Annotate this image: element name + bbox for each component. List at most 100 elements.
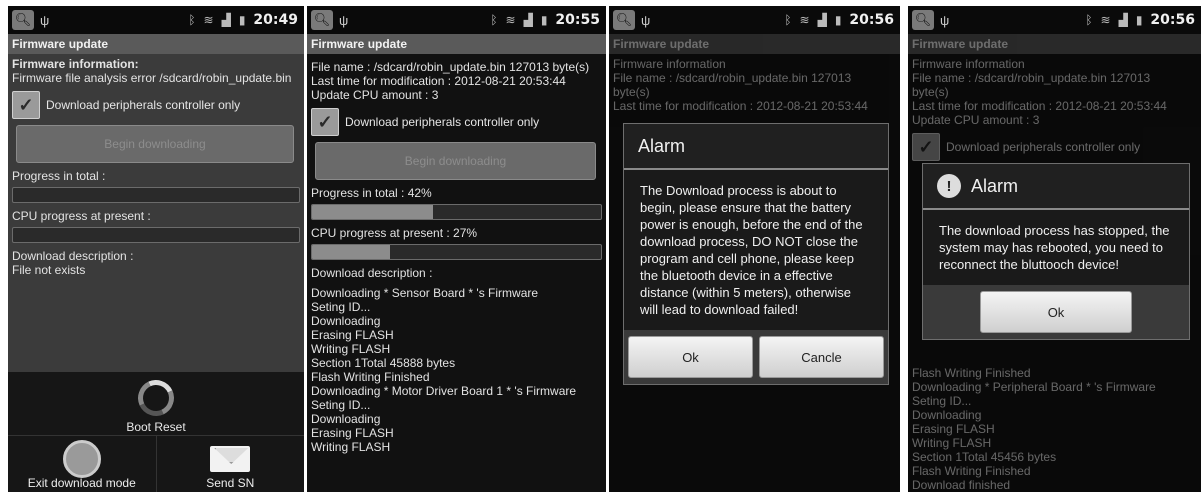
log-line: Writing FLASH [311, 440, 391, 454]
log-line: Flash Writing Finished [912, 464, 1031, 478]
log-line: Downloading * Motor Driver Board 1 * 's … [311, 384, 577, 398]
cpu-progress-bar [12, 227, 300, 243]
wifi-icon: ≋ [799, 13, 810, 27]
begin-downloading-button[interactable]: Begin downloading [16, 125, 294, 163]
signal-icon: ▟ [1118, 13, 1128, 27]
log-line: Downloading [311, 412, 381, 426]
usb-icon: ψ [940, 12, 950, 28]
peripherals-only-checkbox[interactable]: ✓ [12, 91, 40, 119]
send-sn-button[interactable]: Send SN [155, 436, 305, 492]
begin-downloading-button[interactable]: Begin downloading [315, 142, 596, 180]
battery-icon: ▮ [238, 13, 246, 27]
file-name: File name : /sdcard/robin_update.bin 127… [311, 60, 590, 74]
mail-icon [210, 446, 251, 472]
progress-total-label: Progress in total : [12, 169, 106, 183]
send-sn-label: Send SN [206, 476, 255, 490]
cancel-button[interactable]: Cancle [759, 336, 884, 378]
log-line: Downloading [311, 314, 381, 328]
alarm-dialog: Alarm The Download process is about to b… [623, 123, 889, 385]
peripherals-only-checkbox[interactable]: ✓ [311, 108, 339, 136]
wifi-icon: ≋ [505, 13, 516, 27]
bluetooth-icon: ᛒ [188, 13, 196, 27]
peripherals-only-checkbox-row[interactable]: ✓ Download peripherals controller only [12, 91, 300, 119]
dialog-message: The Download process is about to begin, … [640, 183, 863, 317]
signal-icon: ▟ [817, 13, 827, 27]
status-bar: 🔍︎ ψ ᛒ ≋ ▟ ▮ 20:56 [908, 6, 1201, 34]
alarm-dialog: ! Alarm The download process has stopped… [922, 163, 1190, 340]
bg-line: File name : /sdcard/robin_update.bin 127… [912, 71, 1151, 85]
download-description-label: Download description : [12, 249, 134, 263]
bg-line: Update CPU amount : 3 [912, 113, 1040, 127]
battery-icon: ▮ [834, 13, 842, 27]
cpu-progress-bar [311, 244, 602, 260]
last-modification: Last time for modification : 2012-08-21 … [311, 74, 566, 88]
log-line: Erasing FLASH [311, 426, 394, 440]
exit-download-mode-button[interactable]: Exit download mode [8, 436, 156, 492]
exit-icon [62, 440, 101, 478]
ok-button[interactable]: Ok [980, 291, 1132, 333]
app-title: Firmware update [307, 34, 606, 54]
firmware-info-label: Firmware information: [12, 57, 139, 71]
dialog-buttons: Ok Cancle [624, 330, 888, 384]
dialog-title-row: ! Alarm [923, 164, 1189, 210]
progress-total-label: Progress in total : 42% [311, 186, 432, 200]
bottom-actions: Boot Reset Exit download mode Send SN [8, 372, 304, 492]
bluetooth-icon: ᛒ [490, 13, 498, 27]
signal-icon: ▟ [523, 13, 533, 27]
bluetooth-icon: ᛒ [784, 13, 792, 27]
log-line: Erasing FLASH [311, 328, 394, 342]
battery-icon: ▮ [1135, 13, 1143, 27]
bg-line: Firmware information [912, 57, 1025, 71]
log-line: Downloading [912, 408, 982, 422]
refresh-icon [132, 374, 180, 422]
log-line: Downloading * Sensor Board * 's Firmware [311, 286, 539, 300]
status-bar: 🔍︎ ψ ᛒ ≋ ▟ ▮ 20:56 [609, 6, 900, 34]
download-description-text: File not exists [12, 263, 86, 277]
search-icon[interactable]: 🔍︎ [912, 10, 934, 30]
log-line: Flash Writing Finished [912, 366, 1031, 380]
phone-screen-3: 🔍︎ ψ ᛒ ≋ ▟ ▮ 20:56 Firmware update Firmw… [609, 6, 900, 492]
peripherals-only-checkbox-row[interactable]: ✓ Download peripherals controller only [311, 108, 602, 136]
log-line: Section 1Total 45456 bytes [912, 450, 1057, 464]
search-icon[interactable]: 🔍︎ [311, 10, 333, 30]
search-icon[interactable]: 🔍︎ [613, 10, 635, 30]
peripherals-only-checkbox: ✓ [912, 133, 940, 161]
log-line: Writing FLASH [311, 342, 391, 356]
battery-icon: ▮ [540, 13, 548, 27]
clock: 20:56 [1150, 12, 1195, 28]
phone-screen-4: 🔍︎ ψ ᛒ ≋ ▟ ▮ 20:56 Firmware update Firmw… [908, 6, 1201, 492]
update-cpu-amount: Update CPU amount : 3 [311, 88, 439, 102]
status-bar: 🔍︎ ψ ᛒ ≋ ▟ ▮ 20:55 [307, 6, 606, 34]
peripherals-only-checkbox-row: ✓ Download peripherals controller only [912, 133, 1197, 161]
wifi-icon: ≋ [1100, 13, 1111, 27]
download-log: Flash Writing Finished Downloading * Per… [912, 366, 1197, 492]
search-icon[interactable]: 🔍︎ [12, 10, 34, 30]
boot-reset-button[interactable]: Boot Reset [8, 372, 304, 434]
app-title: Firmware update [8, 34, 304, 54]
warning-icon: ! [937, 174, 961, 198]
bluetooth-icon: ᛒ [1085, 13, 1093, 27]
log-line: Flash Writing Finished [311, 370, 430, 384]
log-line: Download finished [912, 478, 1011, 492]
app-title: Firmware update [609, 34, 900, 54]
ok-button[interactable]: Ok [628, 336, 753, 378]
main-content: Firmware information: Firmware file anal… [8, 54, 304, 492]
wifi-icon: ≋ [203, 13, 214, 27]
phone-screen-2: 🔍︎ ψ ᛒ ≋ ▟ ▮ 20:55 Firmware update File … [307, 6, 606, 492]
bg-line: byte(s) [613, 85, 650, 99]
dialog-title: Alarm [624, 124, 888, 170]
usb-icon: ψ [641, 12, 651, 28]
signal-icon: ▟ [221, 13, 231, 27]
checkbox-label: Download peripherals controller only [345, 115, 540, 129]
main-content: File name : /sdcard/robin_update.bin 127… [307, 54, 606, 492]
cpu-progress-label: CPU progress at present : 27% [311, 226, 478, 240]
log-line: Section 1Total 45888 bytes [311, 356, 456, 370]
clock: 20:49 [253, 12, 298, 28]
log-line: Seting ID... [912, 394, 972, 408]
progress-total-bar [12, 187, 300, 203]
bg-line: byte(s) [912, 85, 949, 99]
checkbox-label: Download peripherals controller only [946, 140, 1141, 154]
phone-screen-1: 🔍︎ ψ ᛒ ≋ ▟ ▮ 20:49 Firmware update Firmw… [8, 6, 304, 492]
log-line: Seting ID... [311, 300, 371, 314]
progress-total-bar [311, 204, 602, 220]
